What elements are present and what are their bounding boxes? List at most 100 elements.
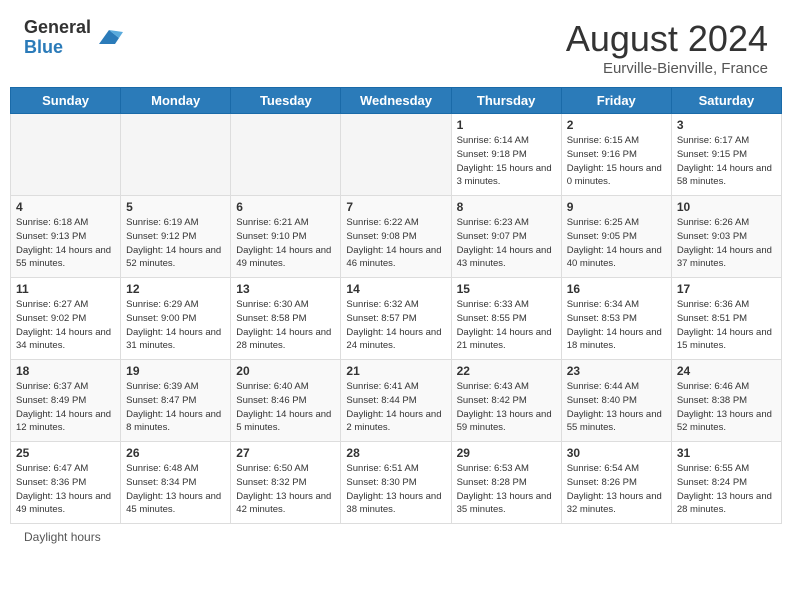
sunrise-text: Sunrise: 6:23 AM xyxy=(457,216,556,230)
day-cell: 5Sunrise: 6:19 AMSunset: 9:12 PMDaylight… xyxy=(121,196,231,278)
sunrise-text: Sunrise: 6:55 AM xyxy=(677,462,776,476)
sunset-text: Sunset: 8:32 PM xyxy=(236,476,335,490)
sunset-text: Sunset: 8:34 PM xyxy=(126,476,225,490)
sunrise-text: Sunrise: 6:17 AM xyxy=(677,134,776,148)
day-cell: 19Sunrise: 6:39 AMSunset: 8:47 PMDayligh… xyxy=(121,360,231,442)
day-cell: 16Sunrise: 6:34 AMSunset: 8:53 PMDayligh… xyxy=(561,278,671,360)
sunrise-text: Sunrise: 6:14 AM xyxy=(457,134,556,148)
daylight-text: Daylight: 13 hours and 52 minutes. xyxy=(677,408,776,436)
day-number: 28 xyxy=(346,446,445,460)
daylight-text: Daylight: 14 hours and 5 minutes. xyxy=(236,408,335,436)
day-cell: 26Sunrise: 6:48 AMSunset: 8:34 PMDayligh… xyxy=(121,442,231,524)
day-number: 16 xyxy=(567,282,666,296)
sunrise-text: Sunrise: 6:46 AM xyxy=(677,380,776,394)
day-header-saturday: Saturday xyxy=(671,88,781,114)
day-cell: 27Sunrise: 6:50 AMSunset: 8:32 PMDayligh… xyxy=(231,442,341,524)
day-number: 30 xyxy=(567,446,666,460)
day-number: 20 xyxy=(236,364,335,378)
sunrise-text: Sunrise: 6:43 AM xyxy=(457,380,556,394)
day-number: 5 xyxy=(126,200,225,214)
sunrise-text: Sunrise: 6:22 AM xyxy=(346,216,445,230)
daylight-text: Daylight: 13 hours and 38 minutes. xyxy=(346,490,445,518)
sunset-text: Sunset: 8:53 PM xyxy=(567,312,666,326)
day-number: 21 xyxy=(346,364,445,378)
sunset-text: Sunset: 9:08 PM xyxy=(346,230,445,244)
days-header-row: SundayMondayTuesdayWednesdayThursdayFrid… xyxy=(11,88,782,114)
sunrise-text: Sunrise: 6:15 AM xyxy=(567,134,666,148)
daylight-label: Daylight hours xyxy=(24,530,101,544)
day-cell: 24 Sunrise: 6:46 AMSunset: 8:38 PMDayligh… xyxy=(671,360,781,442)
sunrise-text: Sunrise: 6:54 AM xyxy=(567,462,666,476)
day-number: 22 xyxy=(457,364,556,378)
daylight-text: Daylight: 14 hours and 49 minutes. xyxy=(236,244,335,272)
day-cell: 21Sunrise: 6:41 AMSunset: 8:44 PMDayligh… xyxy=(341,360,451,442)
sunset-text: Sunset: 9:13 PM xyxy=(16,230,115,244)
daylight-text: Daylight: 15 hours and 3 minutes. xyxy=(457,162,556,190)
daylight-text: Daylight: 13 hours and 45 minutes. xyxy=(126,490,225,518)
day-number: 12 xyxy=(126,282,225,296)
sunset-text: Sunset: 8:38 PM xyxy=(677,394,776,408)
daylight-text: Daylight: 14 hours and 21 minutes. xyxy=(457,326,556,354)
daylight-text: Daylight: 14 hours and 40 minutes. xyxy=(567,244,666,272)
day-cell: 25Sunrise: 6:47 AMSunset: 8:36 PMDayligh… xyxy=(11,442,121,524)
day-number: 25 xyxy=(16,446,115,460)
sunrise-text: Sunrise: 6:30 AM xyxy=(236,298,335,312)
daylight-text: Daylight: 13 hours and 42 minutes. xyxy=(236,490,335,518)
day-number: 6 xyxy=(236,200,335,214)
sunset-text: Sunset: 9:16 PM xyxy=(567,148,666,162)
sunrise-text: Sunrise: 6:18 AM xyxy=(16,216,115,230)
day-cell: 12Sunrise: 6:29 AMSunset: 9:00 PMDayligh… xyxy=(121,278,231,360)
day-cell: 8 Sunrise: 6:23 AMSunset: 9:07 PMDaylight… xyxy=(451,196,561,278)
sunrise-text: Sunrise: 6:51 AM xyxy=(346,462,445,476)
daylight-text: Daylight: 14 hours and 12 minutes. xyxy=(16,408,115,436)
day-number: 7 xyxy=(346,200,445,214)
day-header-thursday: Thursday xyxy=(451,88,561,114)
daylight-text: Daylight: 13 hours and 55 minutes. xyxy=(567,408,666,436)
daylight-text: Daylight: 14 hours and 24 minutes. xyxy=(346,326,445,354)
sunset-text: Sunset: 8:46 PM xyxy=(236,394,335,408)
daylight-text: Daylight: 14 hours and 43 minutes. xyxy=(457,244,556,272)
daylight-text: Daylight: 14 hours and 8 minutes. xyxy=(126,408,225,436)
day-cell: 13Sunrise: 6:30 AMSunset: 8:58 PMDayligh… xyxy=(231,278,341,360)
day-cell: 11Sunrise: 6:27 AMSunset: 9:02 PMDayligh… xyxy=(11,278,121,360)
daylight-text: Daylight: 14 hours and 58 minutes. xyxy=(677,162,776,190)
sunset-text: Sunset: 9:05 PM xyxy=(567,230,666,244)
day-cell xyxy=(11,114,121,196)
day-number: 1 xyxy=(457,118,556,132)
day-cell: 18Sunrise: 6:37 AMSunset: 8:49 PMDayligh… xyxy=(11,360,121,442)
day-number: 24 xyxy=(677,364,776,378)
calendar-week-4: 18Sunrise: 6:37 AMSunset: 8:49 PMDayligh… xyxy=(11,360,782,442)
day-cell: 29Sunrise: 6:53 AMSunset: 8:28 PMDayligh… xyxy=(451,442,561,524)
daylight-text: Daylight: 14 hours and 34 minutes. xyxy=(16,326,115,354)
sunset-text: Sunset: 8:28 PM xyxy=(457,476,556,490)
calendar-week-1: 1Sunrise: 6:14 AMSunset: 9:18 PMDaylight… xyxy=(11,114,782,196)
footer: Daylight hours xyxy=(0,524,792,550)
calendar-week-3: 11Sunrise: 6:27 AMSunset: 9:02 PMDayligh… xyxy=(11,278,782,360)
daylight-text: Daylight: 14 hours and 15 minutes. xyxy=(677,326,776,354)
daylight-text: Daylight: 14 hours and 2 minutes. xyxy=(346,408,445,436)
sunrise-text: Sunrise: 6:19 AM xyxy=(126,216,225,230)
day-cell: 23Sunrise: 6:44 AMSunset: 8:40 PMDayligh… xyxy=(561,360,671,442)
day-cell: 1 Sunrise: 6:14 AMSunset: 9:18 PMDaylight… xyxy=(451,114,561,196)
sunset-text: Sunset: 9:07 PM xyxy=(457,230,556,244)
day-number: 11 xyxy=(16,282,115,296)
day-number: 31 xyxy=(677,446,776,460)
day-number: 26 xyxy=(126,446,225,460)
sunset-text: Sunset: 9:03 PM xyxy=(677,230,776,244)
day-cell xyxy=(231,114,341,196)
sunrise-text: Sunrise: 6:44 AM xyxy=(567,380,666,394)
day-cell: 14Sunrise: 6:32 AMSunset: 8:57 PMDayligh… xyxy=(341,278,451,360)
sunset-text: Sunset: 9:18 PM xyxy=(457,148,556,162)
location-subtitle: Eurville-Bienville, France xyxy=(566,60,768,77)
sunset-text: Sunset: 8:47 PM xyxy=(126,394,225,408)
day-number: 8 xyxy=(457,200,556,214)
daylight-text: Daylight: 14 hours and 28 minutes. xyxy=(236,326,335,354)
sunset-text: Sunset: 8:57 PM xyxy=(346,312,445,326)
day-cell: 17Sunrise: 6:36 AMSunset: 8:51 PMDayligh… xyxy=(671,278,781,360)
daylight-text: Daylight: 13 hours and 32 minutes. xyxy=(567,490,666,518)
day-cell: 28Sunrise: 6:51 AMSunset: 8:30 PMDayligh… xyxy=(341,442,451,524)
sunset-text: Sunset: 8:36 PM xyxy=(16,476,115,490)
day-header-tuesday: Tuesday xyxy=(231,88,341,114)
month-year-title: August 2024 xyxy=(566,18,768,60)
day-cell: 6Sunrise: 6:21 AMSunset: 9:10 PMDaylight… xyxy=(231,196,341,278)
